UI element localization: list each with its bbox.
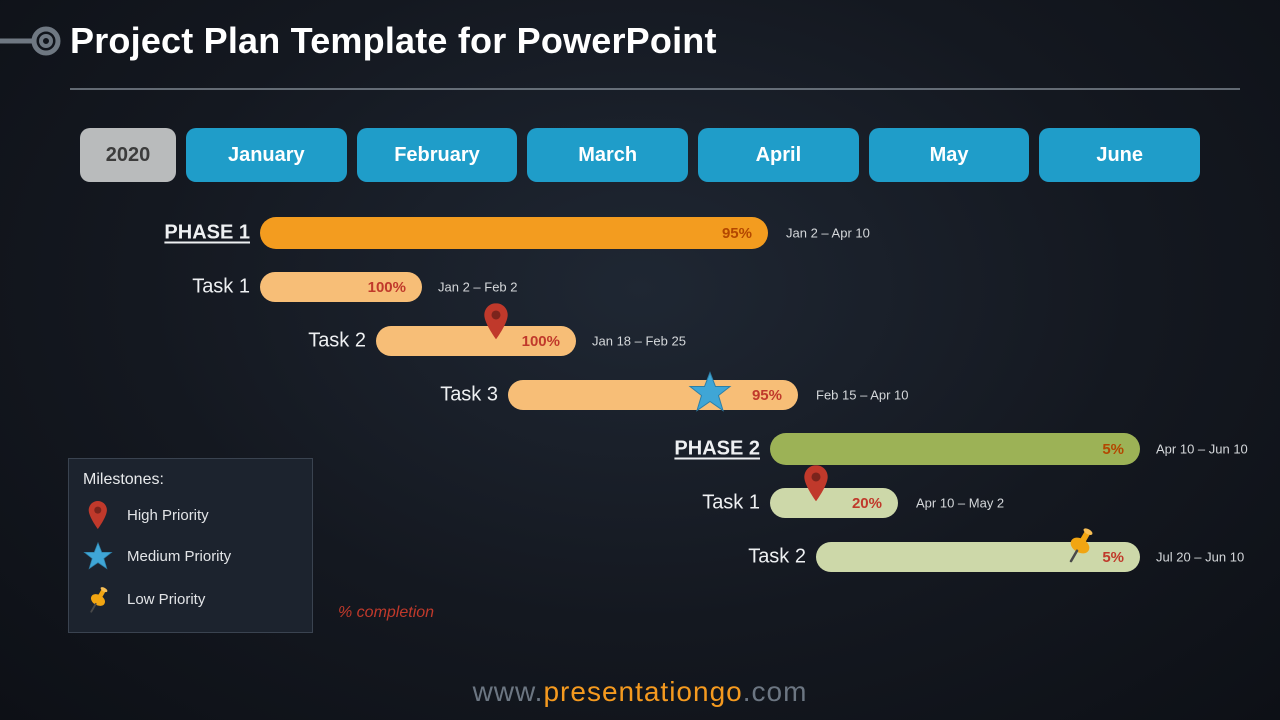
task-row: Task 1 100% Jan 2 – Feb 2 [80,260,1200,314]
month-chip: March [527,128,688,182]
legend-row: Low Priority [83,584,298,616]
completion-pct: 100% [368,279,406,296]
gantt-bar: 5% [816,542,1140,572]
date-range: Jan 2 – Feb 2 [438,280,518,295]
completion-pct: 20% [852,495,882,512]
gantt-bar: 20% [770,488,898,518]
completion-note: % completion [338,604,434,622]
date-range: Feb 15 – Apr 10 [816,388,909,403]
footer-suffix: .com [743,676,808,707]
task-label: Task 1 [192,276,250,299]
title-underline [70,88,1240,90]
milestone-legend: Milestones: High Priority Medium Priorit… [68,458,313,633]
month-chip: January [186,128,347,182]
completion-pct: 95% [752,387,782,404]
year-chip: 2020 [80,128,176,182]
month-chip: February [357,128,518,182]
pin-icon [83,501,113,529]
phase-label: PHASE 1 [164,222,250,245]
legend-row: High Priority [83,501,298,529]
completion-pct: 100% [522,333,560,350]
month-chip: April [698,128,859,182]
gantt-bar: 100% [260,272,422,302]
task-label: Task 3 [440,384,498,407]
legend-label: Low Priority [127,591,205,608]
completion-pct: 5% [1102,549,1124,566]
month-chip: June [1039,128,1200,182]
date-range: Jan 2 – Apr 10 [786,226,870,241]
date-range: Apr 10 – May 2 [916,496,1004,511]
date-range: Jul 20 – Jun 10 [1156,550,1244,565]
task-label: Task 2 [748,546,806,569]
task-label: Task 1 [702,492,760,515]
gantt-bar: 100% [376,326,576,356]
month-header-row: 2020 January February March April May Ju… [80,128,1200,182]
page-title: Project Plan Template for PowerPoint [70,20,717,62]
legend-label: Medium Priority [127,548,231,565]
month-chip: May [869,128,1030,182]
footer-accent: presentationgo [543,676,742,707]
legend-title: Milestones: [83,471,298,489]
legend-row: Medium Priority [83,541,298,572]
footer-watermark: www.presentationgo.com [0,676,1280,708]
star-icon [83,541,113,572]
completion-pct: 5% [1102,441,1124,458]
date-range: Apr 10 – Jun 10 [1156,442,1248,457]
gantt-bar: 5% [770,433,1140,465]
task-row: Task 3 95% Feb 15 – Apr 10 [80,368,1200,422]
task-label: Task 2 [308,330,366,353]
title-row: Project Plan Template for PowerPoint [0,20,1280,62]
pushpin-icon [83,584,113,616]
footer-prefix: www. [473,676,544,707]
date-range: Jan 18 – Feb 25 [592,334,686,349]
task-row: Task 2 100% Jan 18 – Feb 25 [80,314,1200,368]
completion-pct: 95% [722,225,752,242]
legend-label: High Priority [127,507,209,524]
gantt-bar: 95% [260,217,768,249]
phase-row: PHASE 1 95% Jan 2 – Apr 10 [80,206,1200,260]
gantt-bar: 95% [508,380,798,410]
phase-label: PHASE 2 [674,438,760,461]
title-ornament-icon [0,23,70,59]
